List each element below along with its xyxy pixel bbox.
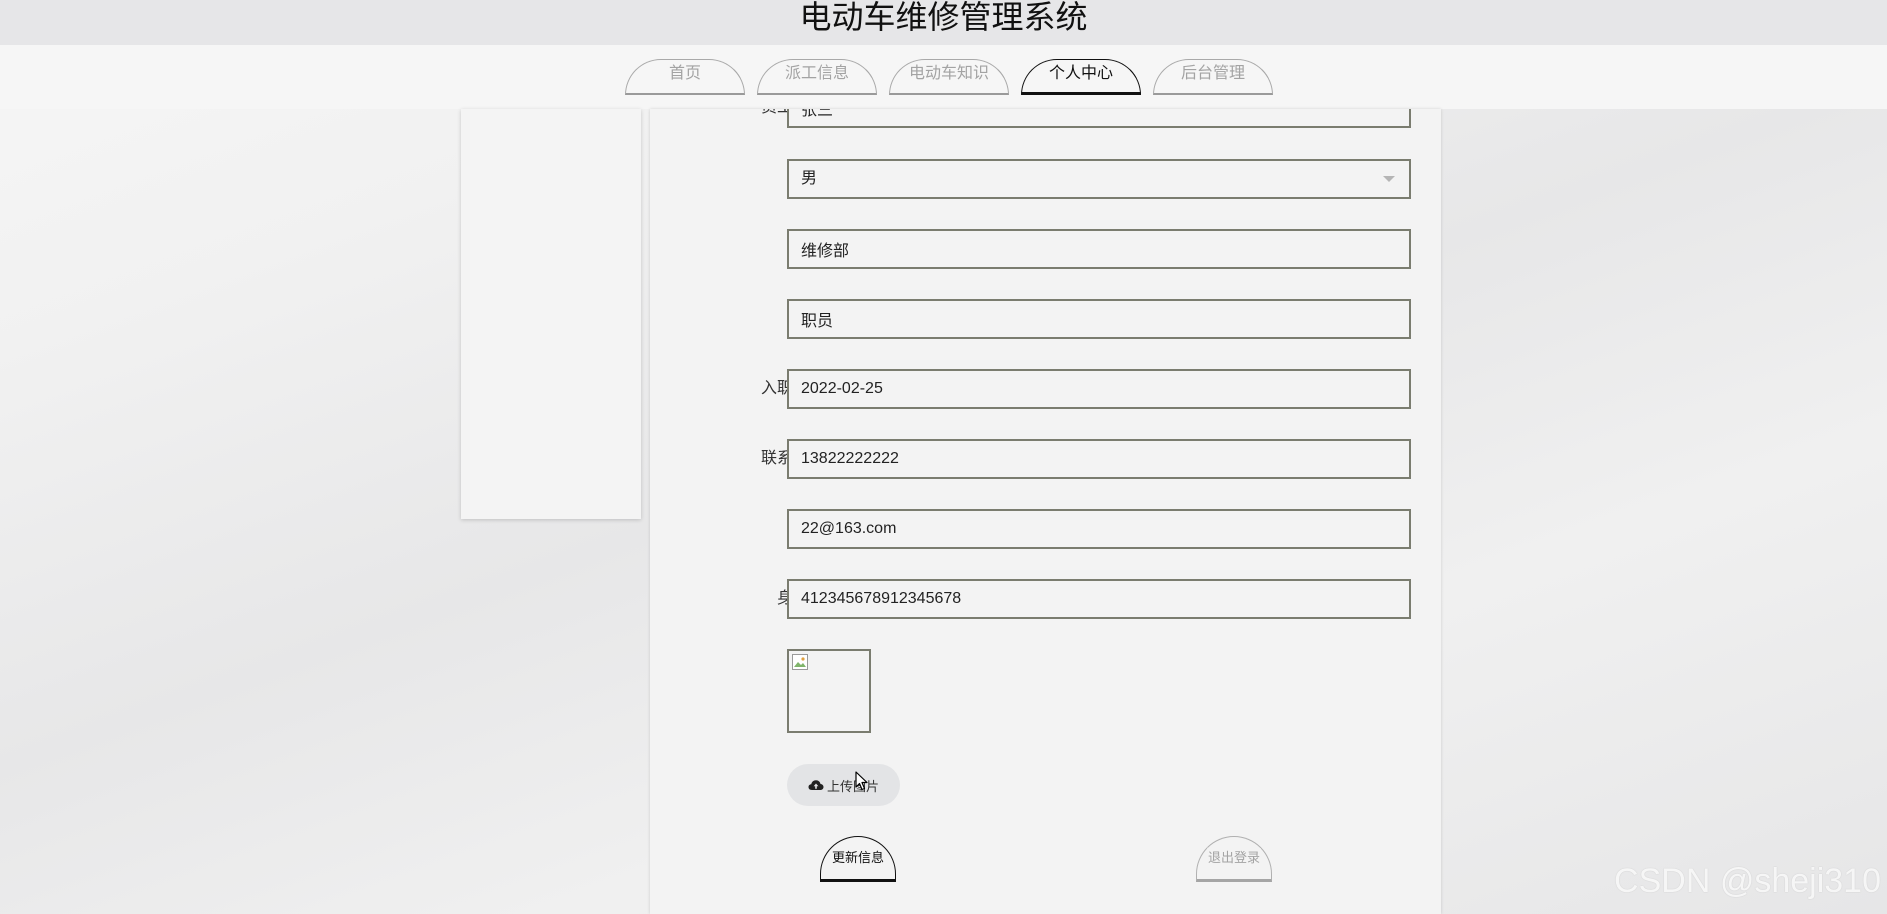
gender-selected-value: 男 (801, 170, 818, 187)
cloud-upload-icon (808, 780, 824, 790)
form-row-hire-date: 入职时间 (650, 369, 1441, 409)
position-input[interactable] (787, 299, 1411, 339)
nav-tab-dispatch-info[interactable]: 派工信息 (757, 59, 877, 95)
site-title: 电动车维修管理系统 (799, 0, 1088, 35)
profile-form-panel: 员工姓名 性别 男 部门 职位 入职时间 联系方式 邮箱 身份证 (650, 109, 1441, 914)
nav-tab-personal-center[interactable]: 个人中心 (1021, 59, 1141, 95)
watermark-text: CSDN @sheji310 (1614, 862, 1881, 900)
logout-button[interactable]: 退出登录 (1196, 836, 1272, 882)
form-row-phone: 联系方式 (650, 439, 1441, 479)
hire-date-input[interactable] (787, 369, 1411, 409)
form-row-email: 邮箱 (650, 509, 1441, 549)
nav-tabs: 首页 派工信息 电动车知识 个人中心 后台管理 (625, 59, 1273, 95)
department-input[interactable] (787, 229, 1411, 269)
gender-select[interactable]: 男 (787, 159, 1411, 199)
avatar-image-preview (787, 649, 871, 733)
chevron-down-icon (1383, 176, 1395, 182)
form-row-id-card: 身份证 (650, 579, 1441, 619)
id-card-input[interactable] (787, 579, 1411, 619)
upload-image-label: 上传图片 (826, 778, 879, 794)
mouse-cursor-icon (855, 771, 868, 791)
upload-image-button[interactable]: 上传图片 (787, 764, 900, 806)
nav-tab-home[interactable]: 首页 (625, 59, 745, 95)
broken-image-icon (792, 654, 808, 670)
nav-bar: 首页 派工信息 电动车知识 个人中心 后台管理 (0, 45, 1887, 109)
nav-tab-admin[interactable]: 后台管理 (1153, 59, 1273, 95)
title-bar: 电动车维修管理系统 (0, 0, 1887, 45)
form-row-position: 职位 (650, 299, 1441, 339)
nav-tab-ebike-knowledge[interactable]: 电动车知识 (889, 59, 1009, 95)
employee-name-input[interactable] (787, 109, 1411, 128)
side-menu-panel (461, 109, 641, 519)
form-row-department: 部门 (650, 229, 1441, 269)
phone-input[interactable] (787, 439, 1411, 479)
form-row-gender: 性别 男 (650, 159, 1441, 199)
email-input[interactable] (787, 509, 1411, 549)
form-row-employee-name: 员工姓名 (650, 109, 1441, 128)
update-info-button[interactable]: 更新信息 (820, 836, 896, 882)
